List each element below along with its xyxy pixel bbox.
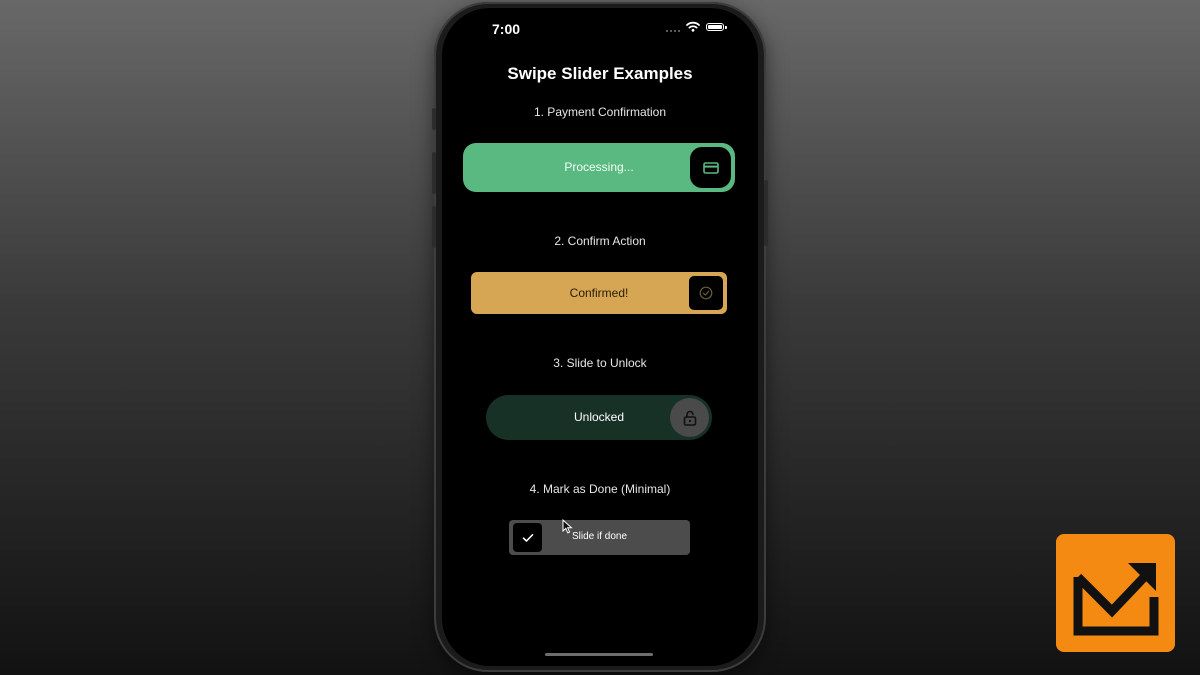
payment-confirmation-slider[interactable]: Processing... bbox=[463, 143, 735, 192]
section-label-mark-done: 4. Mark as Done (Minimal) bbox=[529, 482, 671, 496]
section-label-payment: 1. Payment Confirmation bbox=[533, 105, 667, 119]
credit-card-icon bbox=[702, 161, 719, 174]
m-arrow-logo-icon bbox=[1073, 563, 1158, 636]
section-label-confirm: 2. Confirm Action bbox=[554, 234, 646, 248]
status-time: 7:00 bbox=[492, 21, 521, 37]
page-title: Swipe Slider Examples bbox=[507, 64, 693, 83]
confirm-action-slider[interactable]: Confirmed! bbox=[471, 272, 727, 314]
confirm-slider-knob[interactable] bbox=[689, 276, 723, 310]
mark-as-done-slider[interactable]: Slide if done bbox=[509, 520, 690, 555]
done-slider-knob[interactable] bbox=[513, 523, 542, 552]
section-label-unlock: 3. Slide to Unlock bbox=[553, 356, 647, 370]
mouse-cursor-icon bbox=[562, 519, 573, 534]
unlock-slider-knob[interactable] bbox=[670, 398, 709, 437]
slide-to-unlock-slider[interactable]: Unlocked bbox=[486, 395, 712, 440]
brand-logo bbox=[1056, 534, 1175, 652]
wifi-icon bbox=[686, 21, 700, 32]
phone-volume-down-button bbox=[432, 206, 436, 248]
unlock-icon bbox=[683, 410, 696, 426]
phone-screen: 7:00 Swipe Slider Examples 1. Payment Co… bbox=[442, 8, 758, 666]
phone-volume-up-button bbox=[432, 152, 436, 194]
payment-slider-knob[interactable] bbox=[690, 147, 731, 188]
status-icons bbox=[666, 21, 727, 32]
cellular-signal-icon bbox=[666, 22, 680, 32]
checkmark-icon bbox=[522, 533, 533, 542]
phone-action-button bbox=[432, 108, 436, 130]
phone-power-button bbox=[764, 180, 768, 246]
check-circle-icon bbox=[699, 286, 713, 300]
battery-icon bbox=[706, 22, 727, 31]
home-indicator[interactable] bbox=[545, 653, 653, 656]
